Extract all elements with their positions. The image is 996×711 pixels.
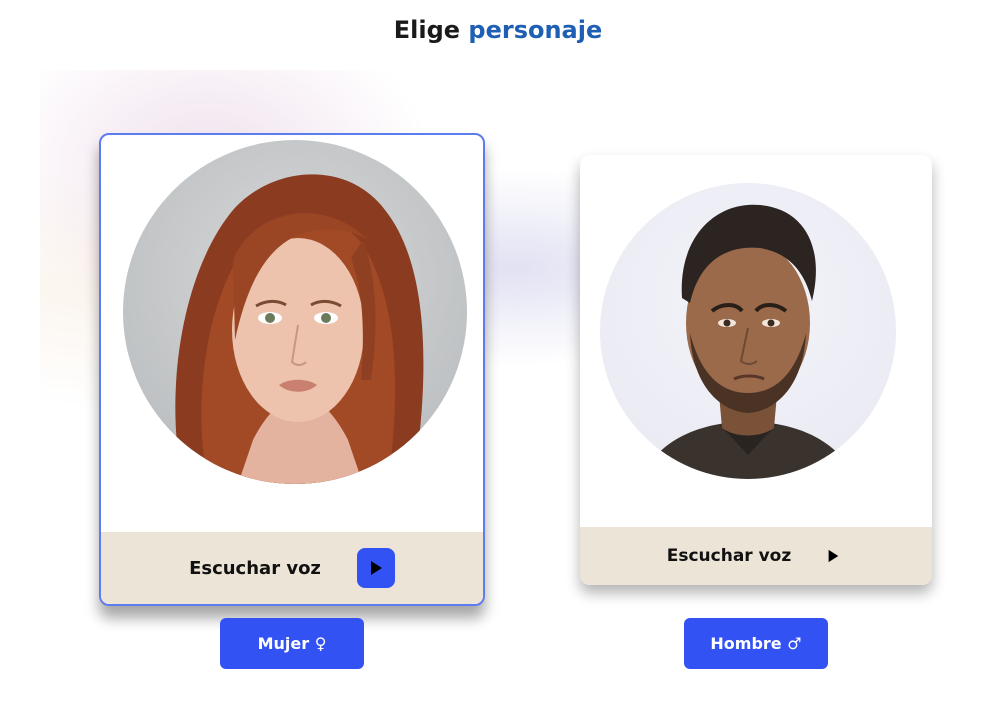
play-icon [828, 549, 839, 563]
character-select-page: Elige personaje Escuchar voz Escuchar vo… [0, 0, 996, 711]
voice-footer-hombre: Escuchar voz [580, 527, 932, 585]
character-card-mujer[interactable]: Escuchar voz [99, 133, 485, 606]
title-accent: personaje [468, 16, 603, 44]
play-voice-button[interactable] [356, 548, 395, 588]
select-hombre-button[interactable]: Hombre ♂ [684, 618, 828, 669]
title-prefix: Elige [393, 16, 461, 44]
play-icon [370, 561, 382, 575]
voice-footer-mujer: Escuchar voz [101, 532, 483, 604]
woman-portrait-icon [123, 140, 467, 484]
man-portrait-icon [600, 183, 896, 479]
character-card-hombre[interactable]: Escuchar voz [580, 155, 932, 585]
voice-label: Escuchar voz [666, 546, 792, 566]
play-voice-button[interactable] [821, 536, 845, 576]
voice-label: Escuchar voz [189, 557, 321, 579]
page-title: Elige personaje [0, 16, 996, 44]
select-mujer-button[interactable]: Mujer ♀ [220, 618, 364, 669]
